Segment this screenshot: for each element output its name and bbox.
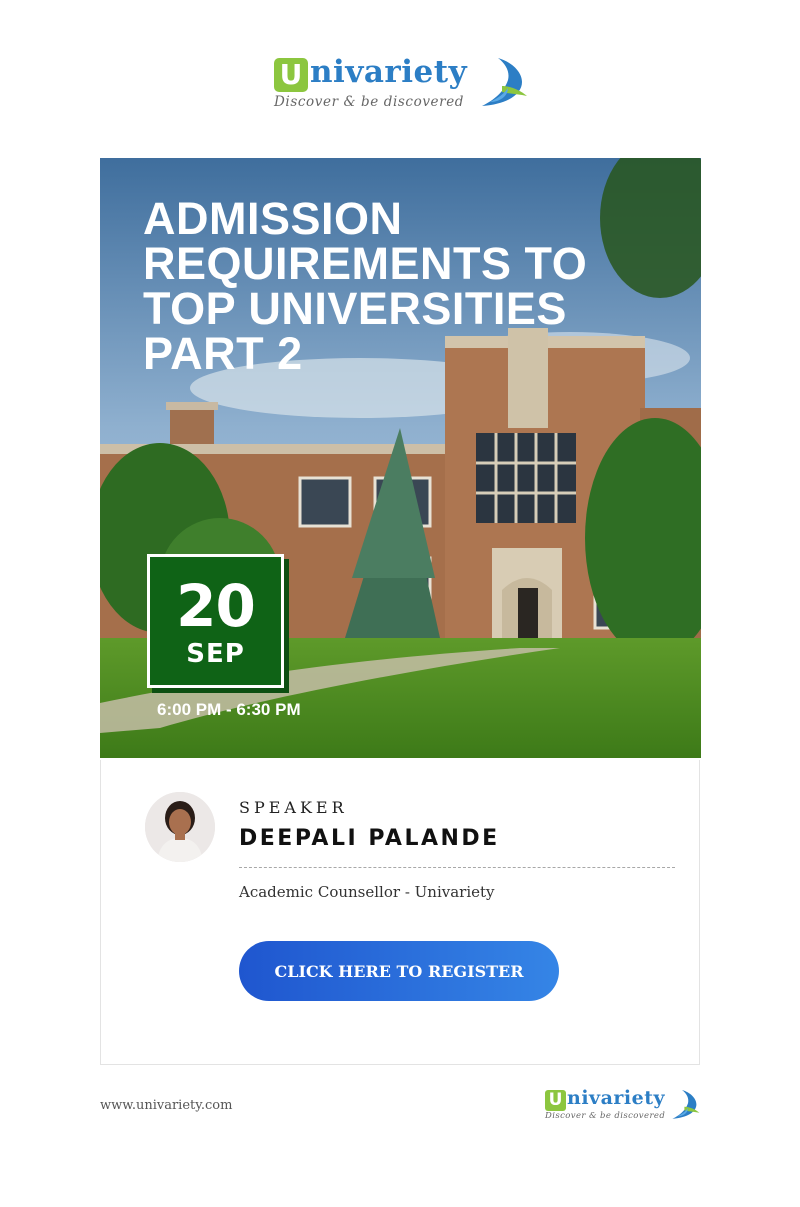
univariety-logo-footer: U nivariety Discover & be discovered	[544, 1087, 702, 1124]
event-title-line: ADMISSION	[143, 193, 403, 244]
date-badge: 20 SEP	[147, 554, 284, 688]
logo-wordmark: nivariety	[567, 1087, 666, 1109]
logo-initial: U	[274, 58, 308, 92]
speaker-photo	[145, 792, 215, 862]
event-title-line: PART 2	[143, 328, 303, 379]
date-day: 20	[176, 572, 256, 640]
logo-wordmark: nivariety	[310, 54, 468, 90]
event-time: 6:00 PM - 6:30 PM	[157, 700, 301, 719]
event-title: ADMISSION REQUIREMENTS TO TOP UNIVERSITI…	[143, 196, 643, 376]
speaker-name: DEEPALI PALANDE	[239, 826, 500, 851]
event-title-line: TOP UNIVERSITIES	[143, 283, 567, 334]
bird-icon	[672, 1090, 700, 1119]
univariety-logo-top: U nivariety Discover & be discovered	[272, 54, 528, 114]
speaker-divider	[239, 867, 675, 868]
speaker-role: Academic Counsellor - Univariety	[239, 883, 495, 901]
website-link[interactable]: www.univariety.com	[100, 1098, 232, 1113]
register-button[interactable]: CLICK HERE TO REGISTER	[239, 941, 559, 1001]
event-title-line: REQUIREMENTS TO	[143, 238, 588, 289]
bird-icon	[482, 58, 527, 106]
event-banner: ADMISSION REQUIREMENTS TO TOP UNIVERSITI…	[100, 158, 701, 758]
speaker-caption: SPEAKER	[239, 798, 348, 817]
logo-tagline: Discover & be discovered	[274, 94, 465, 110]
date-month: SEP	[186, 639, 245, 669]
speaker-avatar	[145, 792, 215, 862]
logo-initial: U	[545, 1090, 566, 1111]
speaker-card: SPEAKER DEEPALI PALANDE Academic Counsel…	[100, 760, 700, 1065]
logo-tagline: Discover & be discovered	[545, 1111, 666, 1121]
